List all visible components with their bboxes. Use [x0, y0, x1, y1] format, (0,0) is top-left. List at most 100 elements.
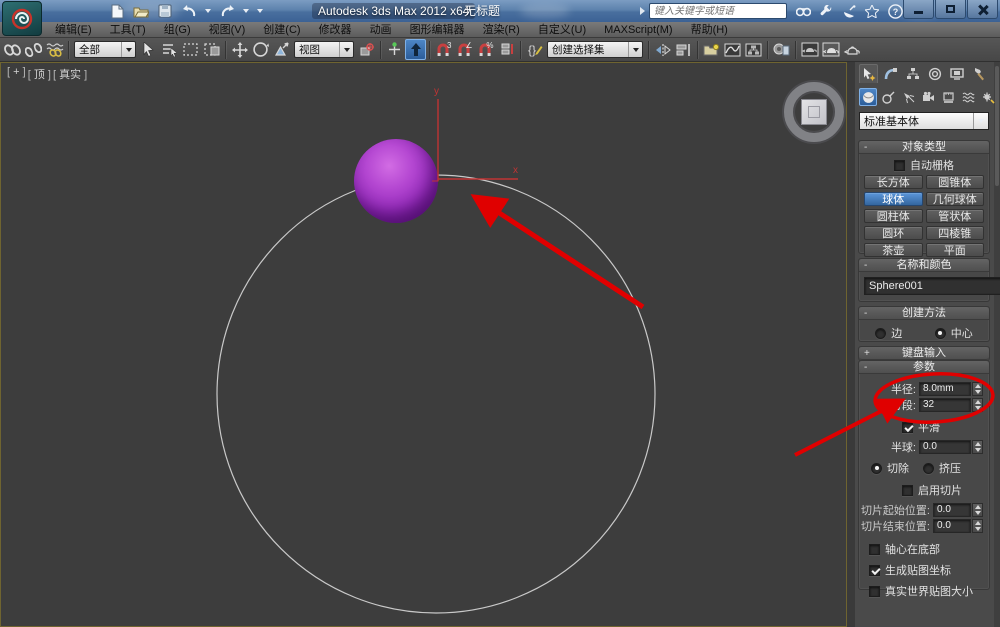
menu-help[interactable]: 帮助(H) — [682, 22, 737, 38]
segments-field[interactable]: 32 — [919, 398, 971, 412]
new-file-button[interactable] — [108, 2, 126, 20]
mirror-button[interactable] — [652, 39, 673, 60]
rollout-creation-method-header[interactable]: - 创建方法 — [859, 307, 989, 320]
layer-manager-button[interactable] — [701, 39, 722, 60]
redo-button[interactable] — [218, 2, 236, 20]
angle-snap-toggle-button[interactable]: ∠ — [454, 39, 475, 60]
segments-spinner[interactable] — [972, 398, 983, 412]
schematic-view-button[interactable] — [743, 39, 764, 60]
select-by-name-button[interactable] — [159, 39, 180, 60]
menu-modifiers[interactable]: 修改器 — [310, 22, 361, 38]
base-to-pivot-checkbox[interactable] — [869, 543, 880, 555]
tab-utilities[interactable] — [969, 64, 988, 83]
center-option[interactable]: 中心 — [934, 325, 973, 341]
menu-create[interactable]: 创建(C) — [254, 22, 309, 38]
hemisphere-spinner[interactable] — [972, 440, 983, 454]
edge-option[interactable]: 边 — [875, 325, 902, 341]
menu-group[interactable]: 组(G) — [155, 22, 200, 38]
tab-motion[interactable] — [925, 64, 944, 83]
select-and-manipulate-button[interactable] — [384, 39, 405, 60]
use-pivot-point-button[interactable] — [356, 39, 377, 60]
tab-modify[interactable] — [881, 64, 900, 83]
squash-option[interactable]: 挤压 — [923, 460, 961, 476]
viewport-menu-general[interactable]: + — [7, 66, 26, 82]
button-plane[interactable]: 平面 — [925, 243, 984, 257]
viewcube[interactable] — [784, 82, 844, 142]
reference-coordinate-dropdown[interactable]: 视图 — [294, 41, 354, 58]
button-cylinder[interactable]: 圆柱体 — [864, 209, 923, 223]
category-lights[interactable] — [899, 88, 917, 106]
slice-from-spinner[interactable] — [972, 503, 983, 517]
radius-field[interactable]: 8.0mm — [919, 382, 971, 396]
window-crossing-toggle-button[interactable] — [201, 39, 222, 60]
category-shapes[interactable] — [879, 88, 897, 106]
chop-radio[interactable] — [871, 462, 882, 474]
maximize-button[interactable] — [935, 0, 966, 19]
smooth-checkbox[interactable] — [902, 421, 913, 433]
center-radio[interactable] — [934, 327, 946, 339]
rollout-object-type-header[interactable]: - 对象类型 — [859, 141, 989, 154]
curve-editor-button[interactable] — [722, 39, 743, 60]
edge-radio[interactable] — [875, 327, 887, 339]
category-helpers[interactable] — [939, 88, 957, 106]
unlink-selection-button[interactable] — [23, 39, 44, 60]
enable-slice-checkbox[interactable] — [902, 484, 913, 496]
menu-tools[interactable]: 工具(T) — [101, 22, 155, 38]
render-iterative-button[interactable] — [841, 39, 862, 60]
category-space-warps[interactable] — [959, 88, 977, 106]
undo-dropdown[interactable] — [204, 2, 212, 20]
panel-scrollbar[interactable] — [994, 62, 1000, 627]
tab-hierarchy[interactable] — [903, 64, 922, 83]
panel-resize-gutter[interactable] — [847, 62, 855, 627]
panel-scrollbar-thumb[interactable] — [995, 66, 999, 186]
menu-edit[interactable]: 编辑(E) — [46, 22, 101, 38]
hemisphere-field[interactable]: 0.0 — [919, 440, 971, 454]
edit-named-selection-sets-button[interactable]: {} — [524, 39, 545, 60]
viewport-menu-view[interactable]: 顶 — [28, 66, 51, 82]
snap-toggle-button[interactable]: 3 — [433, 39, 454, 60]
slice-from-field[interactable]: 0.0 — [933, 503, 971, 517]
gen-mapping-checkbox[interactable] — [869, 564, 880, 576]
menu-rendering[interactable]: 渲染(R) — [474, 22, 529, 38]
search-expand-icon[interactable] — [640, 7, 645, 15]
slice-to-spinner[interactable] — [972, 519, 983, 533]
squash-radio[interactable] — [923, 462, 934, 474]
application-menu-button[interactable] — [2, 1, 42, 36]
favorites-button[interactable] — [863, 2, 881, 20]
select-and-move-button[interactable] — [229, 39, 250, 60]
button-teapot[interactable]: 茶壶 — [864, 243, 923, 257]
tab-create[interactable] — [859, 64, 878, 83]
viewport-menu-shading[interactable]: 真实 — [53, 66, 87, 82]
rollout-keyboard-entry-header[interactable]: + 键盘输入 — [859, 347, 989, 360]
select-object-button[interactable] — [138, 39, 159, 60]
search-input[interactable] — [649, 3, 787, 19]
keyboard-shortcut-override-toggle[interactable] — [405, 39, 426, 60]
button-tube[interactable]: 管状体 — [925, 209, 984, 223]
button-geosphere[interactable]: 几何球体 — [925, 192, 984, 206]
autogrid-checkbox[interactable] — [894, 159, 905, 171]
selection-filter-dropdown[interactable]: 全部 — [74, 41, 136, 58]
rectangular-selection-region-button[interactable] — [180, 39, 201, 60]
category-geometry[interactable] — [859, 88, 877, 106]
button-sphere[interactable]: 球体 — [864, 192, 923, 206]
tab-display[interactable] — [947, 64, 966, 83]
viewcube-top-face[interactable] — [801, 99, 827, 125]
bind-to-space-warp-button[interactable] — [44, 39, 65, 60]
select-and-link-button[interactable] — [2, 39, 23, 60]
real-world-checkbox[interactable] — [869, 585, 880, 597]
redo-dropdown[interactable] — [242, 2, 250, 20]
render-setup-button[interactable] — [771, 39, 792, 60]
object-name-input[interactable] — [864, 277, 1000, 295]
slice-to-field[interactable]: 0.0 — [933, 519, 971, 533]
quick-access-options[interactable] — [256, 2, 264, 20]
rollout-parameters-header[interactable]: - 参数 — [859, 361, 989, 374]
align-button[interactable] — [673, 39, 694, 60]
chop-option[interactable]: 切除 — [871, 460, 909, 476]
search-button[interactable] — [794, 2, 812, 20]
menu-views[interactable]: 视图(V) — [200, 22, 255, 38]
menu-animation[interactable]: 动画 — [361, 22, 401, 38]
rendered-frame-window-button[interactable] — [799, 39, 820, 60]
menu-customize[interactable]: 自定义(U) — [529, 22, 595, 38]
percent-snap-toggle-button[interactable]: % — [475, 39, 496, 60]
named-selection-dropdown[interactable]: 创建选择集 — [547, 41, 643, 58]
